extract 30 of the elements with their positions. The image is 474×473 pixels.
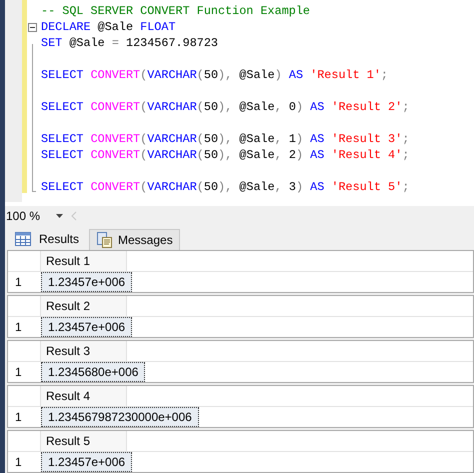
row-number: 1 (14, 454, 23, 471)
column-header[interactable]: Result 1 (41, 251, 127, 271)
code-line: SELECT CONVERT(VARCHAR(50), @Sale, 3) AS 'Result 5'; (41, 179, 410, 195)
column-header[interactable]: Result 5 (41, 431, 127, 451)
column-header[interactable]: Result 2 (41, 296, 127, 316)
row-number: 1 (14, 364, 23, 381)
table-cell[interactable]: 1.23457e+006 (41, 317, 132, 337)
code-line: SET @Sale = 1234567.98723 (41, 35, 218, 51)
zoom-dropdown[interactable]: 100 % (6, 208, 66, 224)
collapse-icon[interactable] (28, 22, 37, 32)
grid-icon (15, 232, 31, 246)
code-line: SELECT CONVERT(VARCHAR(50), @Sale, 0) AS 'Result 2'; (41, 99, 410, 115)
row-number: 1 (14, 319, 23, 336)
row-number: 1 (14, 409, 23, 426)
code-line: SELECT CONVERT(VARCHAR(50), @Sale, 2) AS 'Result 4'; (41, 147, 410, 163)
table-cell[interactable]: 1.23457e+006 (41, 452, 132, 472)
table-cell[interactable]: 1.234567987230000e+006 (41, 407, 199, 427)
column-header[interactable]: Result 4 (41, 386, 127, 406)
results-tab[interactable]: Messages (89, 229, 180, 250)
table-cell[interactable]: 1.2345680e+006 (41, 362, 146, 382)
document-icon (96, 232, 112, 248)
row-number: 1 (14, 274, 23, 291)
code-line: SELECT CONVERT(VARCHAR(50), @Sale) AS 'Result 1'; (41, 67, 388, 83)
code-line: DECLARE @Sale FLOAT (41, 19, 176, 35)
code-editor[interactable] (5, 0, 474, 202)
code-line: SELECT CONVERT(VARCHAR(50), @Sale, 1) AS 'Result 3'; (41, 131, 410, 147)
code-line: -- SQL SERVER CONVERT Function Example (41, 3, 310, 19)
table-cell[interactable]: 1.23457e+006 (41, 272, 132, 292)
column-header[interactable]: Result 3 (41, 341, 127, 361)
caret-icon (56, 214, 64, 218)
